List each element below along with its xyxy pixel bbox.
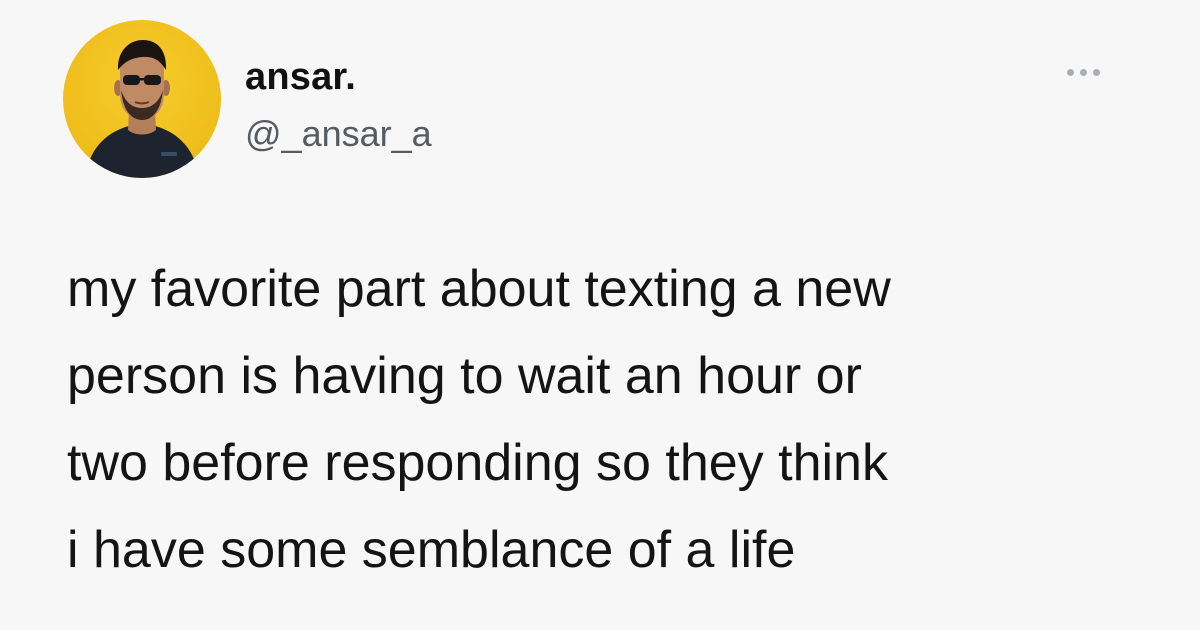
- tweet-text: my favorite part about texting a new per…: [67, 246, 1147, 594]
- profile-photo-icon: [85, 40, 199, 178]
- author-avatar[interactable]: [63, 20, 221, 178]
- ellipsis-icon: [1066, 68, 1074, 76]
- author-display-name[interactable]: ansar.: [245, 56, 356, 99]
- tweet-text-line: person is having to wait an hour or: [67, 347, 862, 405]
- author-handle[interactable]: @_ansar_a: [245, 113, 432, 155]
- ellipsis-icon: [1079, 68, 1087, 76]
- tweet-text-line: i have some semblance of a life: [67, 521, 796, 579]
- ellipsis-icon: [1092, 68, 1100, 76]
- tweet-text-line: my favorite part about texting a new: [67, 260, 891, 318]
- more-options-button[interactable]: [1058, 58, 1108, 86]
- tweet-card: ansar. @_ansar_a my favorite part about …: [0, 0, 1200, 630]
- tweet-text-line: two before responding so they think: [67, 434, 888, 492]
